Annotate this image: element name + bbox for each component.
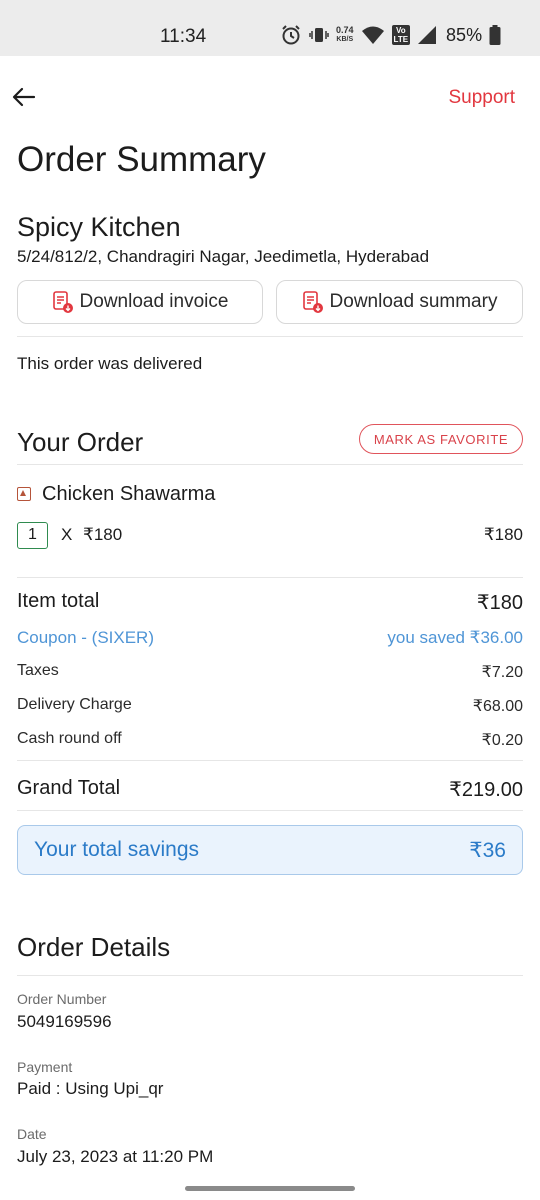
net-speed-value: 0.74 xyxy=(336,25,354,35)
grand-total-value: ₹219.00 xyxy=(449,779,523,801)
divider xyxy=(17,975,523,976)
back-button[interactable] xyxy=(10,82,40,112)
battery-percent: 85% xyxy=(446,24,483,45)
status-icons: 0.74 KB/S Vo LTE 85% xyxy=(280,24,501,46)
your-order-title: Your Order xyxy=(17,427,144,457)
volte-badge: Vo LTE xyxy=(391,25,411,45)
date-label: Date xyxy=(17,1126,47,1142)
home-indicator[interactable] xyxy=(185,1186,355,1191)
non-veg-icon xyxy=(17,487,31,501)
document-download-icon xyxy=(302,291,323,313)
wifi-icon xyxy=(361,26,384,44)
divider xyxy=(17,464,523,465)
payment-label: Payment xyxy=(17,1059,73,1075)
divider xyxy=(17,760,523,761)
divider xyxy=(17,577,523,578)
item-unit-price: ₹180 xyxy=(83,525,123,544)
order-number-label: Order Number xyxy=(17,991,107,1007)
restaurant-name: Spicy Kitchen xyxy=(17,212,181,242)
item-multiply: X xyxy=(61,525,73,544)
date-value: July 23, 2023 at 11:20 PM xyxy=(17,1147,214,1166)
order-number-value: 5049169596 xyxy=(17,1012,112,1031)
alarm-icon xyxy=(282,25,300,45)
arrow-left-icon xyxy=(12,87,36,107)
coupon-label: Coupon - (SIXER) xyxy=(17,628,154,647)
download-invoice-label: Download invoice xyxy=(79,291,229,312)
total-savings-label: Your total savings xyxy=(34,838,199,861)
vibrate-icon xyxy=(309,28,329,42)
volte-bottom: LTE xyxy=(393,35,409,44)
delivery-charge-value: ₹68.00 xyxy=(472,698,523,715)
status-bar: 11:34 0.74 KB/S Vo LTE 85% xyxy=(0,0,540,56)
battery-icon xyxy=(489,25,501,45)
page-title: Order Summary xyxy=(17,140,266,179)
total-savings-value: ₹36 xyxy=(469,838,506,862)
support-link[interactable]: Support xyxy=(448,87,515,109)
net-speed: 0.74 KB/S xyxy=(336,26,354,44)
order-details-title: Order Details xyxy=(17,932,171,962)
download-summary-button[interactable]: Download summary xyxy=(276,280,523,324)
download-invoice-button[interactable]: Download invoice xyxy=(17,280,263,324)
cash-round-off-value: ₹0.20 xyxy=(481,732,523,749)
grand-total-label: Grand Total xyxy=(17,777,121,799)
grand-total-row: Grand Total ₹219.00 xyxy=(17,777,523,802)
item-line-total: ₹180 xyxy=(483,525,523,544)
document-download-icon xyxy=(52,291,73,313)
taxes-row: Taxes ₹7.20 xyxy=(17,662,523,682)
divider xyxy=(17,336,523,337)
item-quantity: 1 xyxy=(17,522,48,549)
mark-as-favorite-button[interactable]: MARK AS FAVORITE xyxy=(359,424,523,454)
item-total-value: ₹180 xyxy=(476,592,523,614)
restaurant-address: 5/24/812/2, Chandragiri Nagar, Jeedimetl… xyxy=(17,247,430,266)
coupon-row: Coupon - (SIXER) you saved ₹36.00 xyxy=(17,628,523,648)
payment-value: Paid : Using Upi_qr xyxy=(17,1079,164,1098)
signal-icon xyxy=(418,26,437,44)
delivery-charge-label: Delivery Charge xyxy=(17,696,132,713)
cash-round-off-row: Cash round off ₹0.20 xyxy=(17,730,523,750)
total-savings-banner: Your total savings ₹36 xyxy=(17,825,523,875)
delivery-charge-row: Delivery Charge ₹68.00 xyxy=(17,696,523,716)
order-status-text: This order was delivered xyxy=(17,354,203,373)
item-total-label: Item total xyxy=(17,590,100,612)
download-summary-label: Download summary xyxy=(329,291,498,312)
item-name: Chicken Shawarma xyxy=(42,483,216,505)
cash-round-off-label: Cash round off xyxy=(17,730,122,747)
taxes-label: Taxes xyxy=(17,662,59,679)
net-speed-unit: KB/S xyxy=(336,36,354,43)
coupon-value: you saved ₹36.00 xyxy=(387,628,523,647)
volte-top: Vo xyxy=(395,26,406,35)
status-time: 11:34 xyxy=(160,26,207,47)
item-total-row: Item total ₹180 xyxy=(17,590,523,615)
taxes-value: ₹7.20 xyxy=(481,664,523,681)
divider xyxy=(17,810,523,811)
